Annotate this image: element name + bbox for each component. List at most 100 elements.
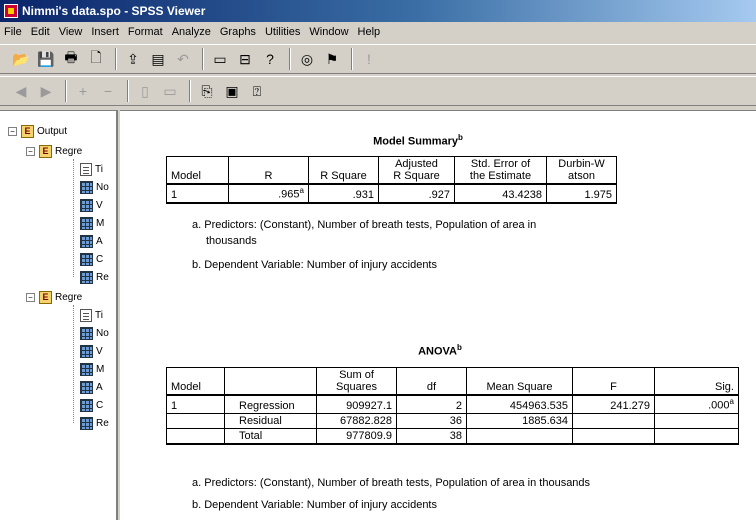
- print-button[interactable]: 🖶: [60, 48, 82, 70]
- outline-group-regression[interactable]: − E Regre: [26, 289, 82, 305]
- model-summary-table: Model R R Square Adjusted R Square Std. …: [166, 156, 617, 204]
- adj-header-line2: R Square: [393, 170, 440, 182]
- outline-item[interactable]: Ti: [80, 307, 103, 323]
- menu-file[interactable]: File: [4, 26, 22, 38]
- outline-item[interactable]: M: [80, 361, 104, 377]
- outline-item[interactable]: No: [80, 325, 109, 341]
- outline-label: Regre: [55, 145, 83, 157]
- insert-title-button[interactable]: ▣: [221, 80, 243, 102]
- run-button[interactable]: !: [358, 48, 380, 70]
- demote-button[interactable]: ▶: [35, 80, 57, 102]
- table-row: 1 Regression 909927.1 2 454963.535 241.2…: [166, 394, 739, 414]
- goto-data-button[interactable]: ▭: [209, 48, 231, 70]
- pivot-table-icon: [80, 198, 93, 212]
- menu-window[interactable]: Window: [309, 26, 348, 38]
- demote-icon: ▶: [40, 82, 52, 99]
- menu-edit[interactable]: Edit: [31, 26, 50, 38]
- menu-insert[interactable]: Insert: [91, 26, 119, 38]
- menu-analyze[interactable]: Analyze: [172, 26, 211, 38]
- pivot-table-icon: [80, 180, 93, 194]
- show-button[interactable]: ▯: [134, 80, 156, 102]
- outline-item[interactable]: Re: [80, 415, 109, 431]
- menu-graphs[interactable]: Graphs: [220, 26, 256, 38]
- pivot-table-icon: [80, 326, 93, 340]
- collapse-toggle-icon[interactable]: −: [26, 292, 35, 302]
- outline-item[interactable]: M: [80, 215, 104, 231]
- col-header-durbin-watson: Durbin-W atson: [546, 156, 617, 185]
- outline-item[interactable]: V: [80, 343, 103, 359]
- collapse-toggle-icon[interactable]: −: [26, 146, 35, 156]
- menu-help[interactable]: Help: [358, 26, 381, 38]
- outline-item[interactable]: No: [80, 179, 109, 195]
- toolbar-separator: [351, 48, 353, 70]
- toolbar-separator: [189, 80, 191, 102]
- title-text-icon: [80, 308, 92, 322]
- pivot-table-icon: [80, 398, 93, 412]
- open-button[interactable]: 📂: [10, 48, 32, 70]
- col-header-std-error: Std. Error of the Estimate: [454, 156, 547, 185]
- model-summary-title-sup: b: [458, 133, 463, 142]
- anova-cell-ss: 977809.9: [316, 427, 397, 445]
- pivot-table-icon: [80, 234, 93, 248]
- promote-button[interactable]: ◀: [10, 80, 32, 102]
- anova-header-sig: Sig.: [654, 367, 739, 396]
- outline-item[interactable]: V: [80, 197, 103, 213]
- use-sets-button[interactable]: ◎: [296, 48, 318, 70]
- undo-button[interactable]: ↶: [172, 48, 194, 70]
- tree-connector: [73, 305, 74, 423]
- goto-case-button[interactable]: ⊟: [234, 48, 256, 70]
- export-button[interactable]: ⇪: [122, 48, 144, 70]
- cell-std-error: 43.4238: [454, 183, 547, 204]
- model-summary-footnote-a2: thousands: [206, 235, 257, 247]
- designate-window-button[interactable]: ⚑: [321, 48, 343, 70]
- anova-header-ms: Mean Square: [466, 367, 573, 396]
- dialog-recall-button[interactable]: ▤: [147, 48, 169, 70]
- col-header-model: Model: [166, 156, 229, 185]
- variables-button[interactable]: ?: [259, 48, 281, 70]
- menu-format[interactable]: Format: [128, 26, 163, 38]
- cell-r: .965a: [228, 183, 309, 204]
- menu-utilities[interactable]: Utilities: [265, 26, 300, 38]
- anova-cell-source: Regression: [224, 394, 317, 414]
- print-icon: 🖶: [64, 49, 78, 65]
- expand-button[interactable]: −: [97, 80, 119, 102]
- col-header-r: R: [228, 156, 309, 185]
- promote-icon: ◀: [15, 82, 27, 99]
- output-log-icon: E: [21, 124, 34, 138]
- insert-title-icon: ▣: [225, 82, 239, 99]
- outline-item[interactable]: C: [80, 251, 103, 267]
- outline-item[interactable]: C: [80, 397, 103, 413]
- collapse-toggle-icon[interactable]: −: [8, 126, 17, 136]
- menu-view[interactable]: View: [59, 26, 83, 38]
- collapse-button[interactable]: +: [72, 80, 94, 102]
- pivot-table-icon: [80, 252, 93, 266]
- outline-item[interactable]: A: [80, 379, 103, 395]
- outline-item[interactable]: A: [80, 233, 103, 249]
- output-content-pane[interactable]: Model Summaryb Model R R Square Adjusted…: [120, 110, 756, 520]
- outline-item[interactable]: Ti: [80, 161, 103, 177]
- insert-text-button[interactable]: ⍰: [246, 80, 268, 102]
- stderr-header-line2: the Estimate: [469, 170, 532, 182]
- pivot-table-icon: [80, 380, 93, 394]
- outline-label: Output: [37, 125, 68, 137]
- outline-label: M: [96, 217, 105, 229]
- anova-title: ANOVAb: [390, 343, 490, 358]
- spss-app-icon: [4, 4, 18, 18]
- title-text-icon: [80, 162, 92, 176]
- outline-group-regression[interactable]: − E Regre: [26, 143, 82, 159]
- expand-icon: −: [103, 83, 113, 99]
- goto-case-icon: ⊟: [239, 50, 251, 67]
- outline-root[interactable]: − E Output: [8, 123, 67, 139]
- print-preview-button[interactable]: 🗋: [85, 48, 107, 70]
- outline-pane[interactable]: − E Output − E Regre Ti No V M A C Re − E Regre Ti No V M A C…: [0, 110, 118, 520]
- anova-cell-f: 241.279: [572, 394, 655, 414]
- insert-text-icon: ⍰: [252, 82, 262, 99]
- save-button[interactable]: 💾: [35, 48, 57, 70]
- insert-heading-button[interactable]: ⎘: [196, 80, 218, 102]
- dw-header-line2: atson: [568, 170, 595, 182]
- anova-header-source: [224, 367, 317, 396]
- outline-item[interactable]: Re: [80, 269, 109, 285]
- hide-button[interactable]: ▭: [159, 80, 181, 102]
- stderr-header-line1: Std. Error of: [470, 158, 531, 170]
- regression-log-icon: E: [39, 144, 52, 158]
